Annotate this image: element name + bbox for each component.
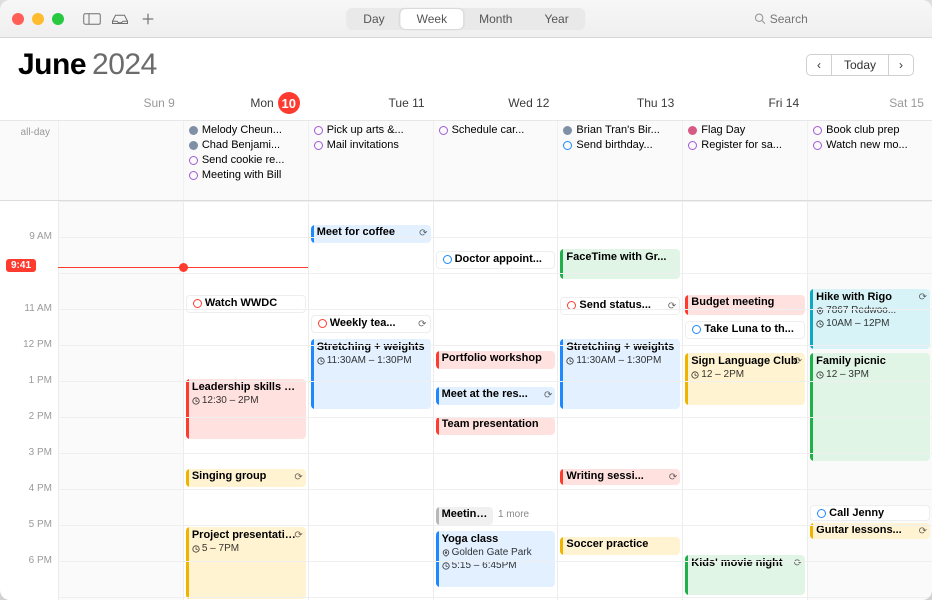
event[interactable]: Send status...⟳ bbox=[560, 297, 680, 315]
allday-event[interactable]: Book club prep bbox=[811, 123, 929, 137]
allday-label: all-day bbox=[0, 121, 58, 200]
event[interactable]: Watch WWDC bbox=[186, 295, 306, 313]
view-switcher: Day Week Month Year bbox=[346, 8, 585, 30]
col-tue[interactable]: Meet for coffee⟳ Weekly tea...⟳ Stretching… bbox=[308, 201, 433, 600]
event[interactable]: Yoga class Golden Gate Park 5:15 – 6:45P… bbox=[436, 531, 556, 587]
allday-event[interactable]: Watch new mo... bbox=[811, 138, 929, 152]
event[interactable]: Sign Language Club 12 – 2PM⟳ bbox=[685, 353, 805, 405]
event[interactable]: Weekly tea...⟳ bbox=[311, 315, 431, 333]
event[interactable]: Family picnic 12 – 3PM bbox=[810, 353, 930, 461]
day-header-sun[interactable]: Sun 9 bbox=[58, 88, 183, 120]
time-grid[interactable]: 9 AM11 AM12 PM1 PM2 PM3 PM4 PM5 PM6 PM W… bbox=[0, 201, 932, 600]
event[interactable]: Meet at the res...⟳ bbox=[436, 387, 556, 405]
next-week-button[interactable]: › bbox=[888, 54, 914, 76]
col-thu[interactable]: FaceTime with Gr... Send status...⟳ Stretc… bbox=[557, 201, 682, 600]
add-event-icon[interactable] bbox=[138, 11, 158, 27]
day-header-tue[interactable]: Tue 11 bbox=[308, 88, 433, 120]
search-input[interactable] bbox=[770, 12, 916, 26]
event[interactable]: Take Luna to th... bbox=[685, 321, 805, 339]
event[interactable]: Portfolio workshop bbox=[436, 351, 556, 369]
event[interactable]: Budget meeting bbox=[685, 295, 805, 315]
allday-event[interactable]: Pick up arts &... bbox=[312, 123, 430, 137]
event[interactable]: Singing group⟳ bbox=[186, 469, 306, 487]
allday-col-thu[interactable]: Brian Tran's Bir...Send birthday... bbox=[557, 121, 682, 200]
col-wed[interactable]: Doctor appoint... Portfolio workshop Meet … bbox=[433, 201, 558, 600]
col-sun[interactable] bbox=[58, 201, 183, 600]
allday-event[interactable]: Chad Benjami... bbox=[187, 138, 305, 152]
window-controls bbox=[12, 13, 64, 25]
allday-event[interactable]: Send birthday... bbox=[561, 138, 679, 152]
event[interactable]: Soccer practice bbox=[560, 537, 680, 555]
event[interactable]: Project presentations 5 – 7PM⟳ bbox=[186, 527, 306, 599]
day-headers: Sun 9 Mon10 Tue 11 Wed 12 Thu 13 Fri 14 … bbox=[0, 88, 932, 121]
titlebar: Day Week Month Year bbox=[0, 0, 932, 38]
inbox-icon[interactable] bbox=[110, 11, 130, 27]
minimize-button[interactable] bbox=[32, 13, 44, 25]
event[interactable]: Writing sessi...⟳ bbox=[560, 469, 680, 485]
zoom-button[interactable] bbox=[52, 13, 64, 25]
view-year[interactable]: Year bbox=[528, 9, 584, 29]
event[interactable]: Hike with Rigo 7867 Redwoo... 10AM – 12P… bbox=[810, 289, 930, 349]
allday-event[interactable]: Send cookie re... bbox=[187, 153, 305, 167]
col-mon[interactable]: Watch WWDC Leadership skills meeting 12:3… bbox=[183, 201, 308, 600]
allday-event[interactable]: Register for sa... bbox=[686, 138, 804, 152]
today-button[interactable]: Today bbox=[832, 54, 888, 76]
day-header-mon[interactable]: Mon10 bbox=[183, 88, 308, 120]
col-fri[interactable]: Budget meeting Take Luna to th... Sign Lan… bbox=[682, 201, 807, 600]
event[interactable]: Doctor appoint... bbox=[436, 251, 556, 269]
month-header: June2024 ‹ Today › bbox=[0, 38, 932, 88]
prev-week-button[interactable]: ‹ bbox=[806, 54, 832, 76]
more-events-label[interactable]: 1 more bbox=[498, 509, 529, 520]
search-icon bbox=[754, 12, 766, 25]
now-time-label: 9:41 bbox=[6, 259, 36, 272]
view-month[interactable]: Month bbox=[463, 9, 528, 29]
allday-event[interactable]: Schedule car... bbox=[437, 123, 555, 137]
allday-event[interactable]: Meeting with Bill bbox=[187, 168, 305, 182]
allday-event[interactable]: Flag Day bbox=[686, 123, 804, 137]
allday-event[interactable]: Melody Cheun... bbox=[187, 123, 305, 137]
event[interactable]: Call Jenny bbox=[810, 505, 930, 521]
event[interactable]: Team presentation bbox=[436, 417, 556, 435]
allday-col-sat[interactable]: Book club prepWatch new mo... bbox=[807, 121, 932, 200]
allday-col-mon[interactable]: Melody Cheun...Chad Benjami...Send cooki… bbox=[183, 121, 308, 200]
allday-col-tue[interactable]: Pick up arts &...Mail invitations bbox=[308, 121, 433, 200]
day-header-fri[interactable]: Fri 14 bbox=[682, 88, 807, 120]
allday-col-wed[interactable]: Schedule car... bbox=[433, 121, 558, 200]
allday-row: all-day Melody Cheun...Chad Benjami...Se… bbox=[0, 121, 932, 201]
event[interactable]: Meeting... bbox=[436, 507, 493, 525]
nav-controls: ‹ Today › bbox=[806, 54, 914, 76]
close-button[interactable] bbox=[12, 13, 24, 25]
calendars-toggle-icon[interactable] bbox=[82, 11, 102, 27]
col-sat[interactable]: Hike with Rigo 7867 Redwoo... 10AM – 12P… bbox=[807, 201, 932, 600]
day-header-sat[interactable]: Sat 15 bbox=[807, 88, 932, 120]
day-header-wed[interactable]: Wed 12 bbox=[433, 88, 558, 120]
allday-col-sun[interactable] bbox=[58, 121, 183, 200]
event[interactable]: FaceTime with Gr... bbox=[560, 249, 680, 279]
calendar-window: Day Week Month Year June2024 ‹ Today › S… bbox=[0, 0, 932, 600]
allday-event[interactable]: Mail invitations bbox=[312, 138, 430, 152]
allday-col-fri[interactable]: Flag DayRegister for sa... bbox=[682, 121, 807, 200]
event[interactable]: Stretching + weights 11:30AM – 1:30PM bbox=[311, 339, 431, 409]
view-week[interactable]: Week bbox=[401, 9, 463, 29]
month-label: June2024 bbox=[18, 48, 157, 82]
allday-event[interactable]: Brian Tran's Bir... bbox=[561, 123, 679, 137]
search-field[interactable] bbox=[750, 8, 920, 30]
event[interactable]: Stretching + weights 11:30AM – 1:30PM bbox=[560, 339, 680, 409]
view-day[interactable]: Day bbox=[347, 9, 400, 29]
event[interactable]: Meet for coffee⟳ bbox=[311, 225, 431, 243]
day-header-thu[interactable]: Thu 13 bbox=[557, 88, 682, 120]
event[interactable]: Leadership skills meeting 12:30 – 2PM bbox=[186, 379, 306, 439]
